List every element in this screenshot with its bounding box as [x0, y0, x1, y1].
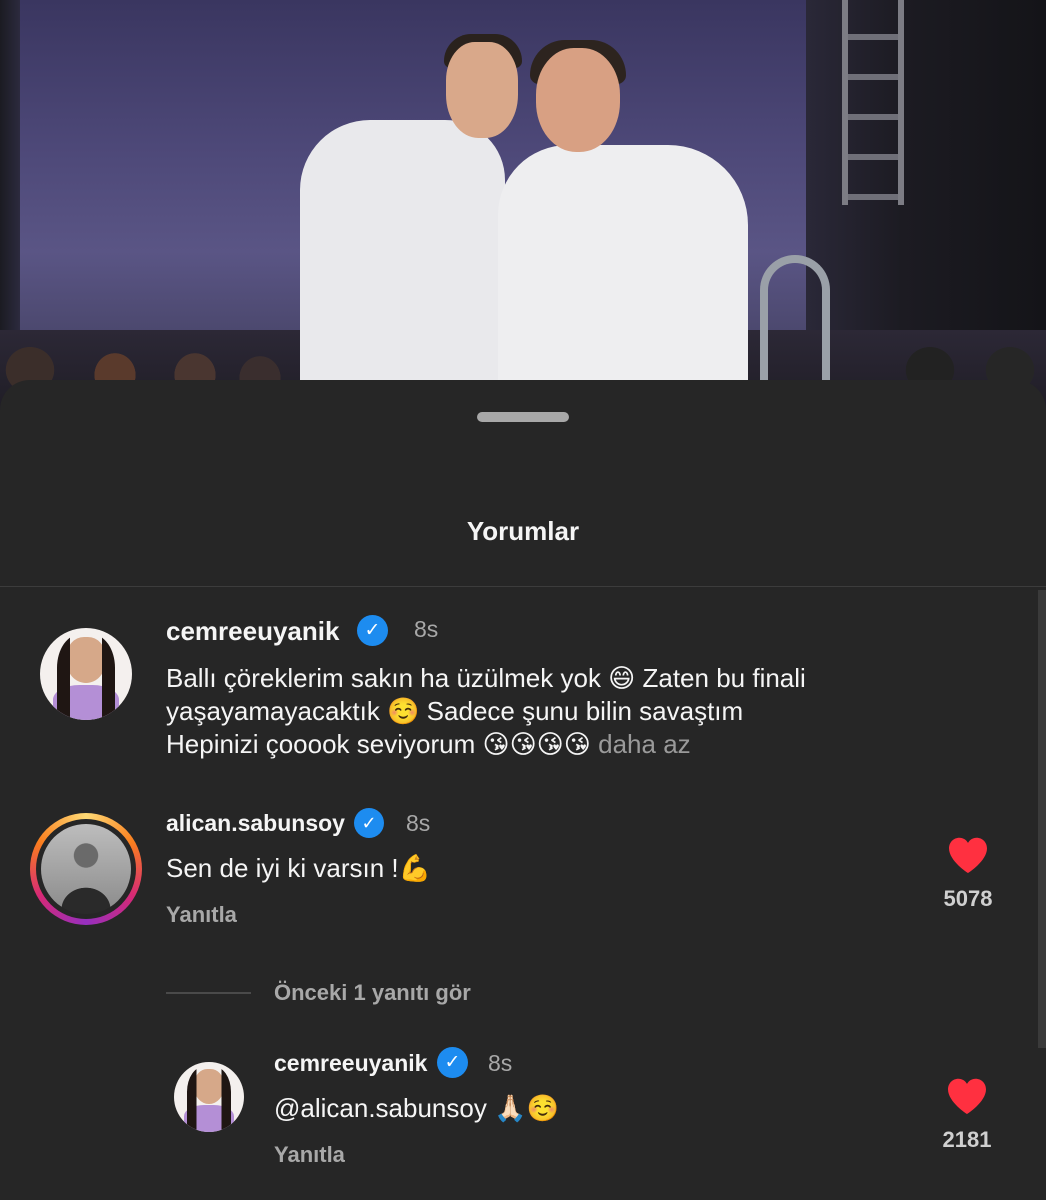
lighting-truss: [842, 0, 904, 205]
comment-text: Sen de iyi ki varsın !💪: [166, 853, 432, 883]
view-previous-replies-button[interactable]: Önceki 1 yanıtı gör: [274, 980, 471, 1006]
verified-badge-icon: ✓: [437, 1047, 468, 1078]
comment-username[interactable]: cemreeuyanik: [166, 616, 339, 647]
chef-figure: [300, 120, 505, 420]
avatar[interactable]: [174, 1062, 244, 1132]
comments-sheet: Yorumlar cemreeuyanik ✓ 8s Ballı çörekle…: [0, 380, 1046, 1200]
reply-time: 8s: [488, 1050, 513, 1076]
comment-text-line: Ballı çöreklerim sakın ha üzülmek yok 😄 …: [166, 663, 806, 693]
comment-username[interactable]: alican.sabunsoy: [166, 810, 345, 837]
reply-button[interactable]: Yanıtla: [274, 1142, 345, 1168]
reply-thread-line: [166, 992, 251, 994]
avatar: [41, 824, 131, 914]
chef-figure: [498, 145, 748, 420]
comment-text-line: Hepinizi çooook seviyorum 😘😘😘😘 daha az: [166, 728, 946, 761]
reply-text: @alican.sabunsoy 🙏🏻☺️: [274, 1093, 559, 1123]
sheet-title: Yorumlar: [466, 516, 580, 546]
divider: [0, 586, 1046, 587]
show-less-link[interactable]: daha az: [598, 729, 691, 759]
like-count: 5078: [943, 886, 993, 911]
sheet-drag-handle[interactable]: [477, 412, 569, 422]
comment-time: 8s: [406, 810, 431, 836]
comment-time: 8s: [414, 616, 439, 642]
like-count: 2181: [942, 1127, 992, 1152]
like-block: 2181: [927, 1077, 1007, 1153]
comment-text: Ballı çöreklerim sakın ha üzülmek yok 😄 …: [166, 662, 946, 761]
chef-figure: [536, 48, 620, 152]
reply-button[interactable]: Yanıtla: [166, 902, 237, 928]
post-photo: [0, 0, 1046, 420]
heart-icon[interactable]: [947, 836, 989, 874]
reply-username[interactable]: cemreeuyanik: [274, 1050, 427, 1077]
screen: Yorumlar cemreeuyanik ✓ 8s Ballı çörekle…: [0, 0, 1046, 1200]
chef-figure: [446, 42, 518, 138]
verified-badge-icon: ✓: [357, 615, 388, 646]
avatar-story-ring[interactable]: [30, 813, 142, 925]
heart-icon[interactable]: [946, 1077, 988, 1115]
scrollbar[interactable]: [1038, 590, 1046, 1048]
avatar[interactable]: [40, 628, 132, 720]
like-block: 5078: [928, 836, 1008, 912]
verified-badge-icon: ✓: [354, 808, 384, 838]
comment-text-segment: Hepinizi çooook seviyorum 😘😘😘😘: [166, 729, 591, 759]
comment-text-line: yaşayamayacaktık ☺️ Sadece şunu bilin sa…: [166, 696, 744, 726]
